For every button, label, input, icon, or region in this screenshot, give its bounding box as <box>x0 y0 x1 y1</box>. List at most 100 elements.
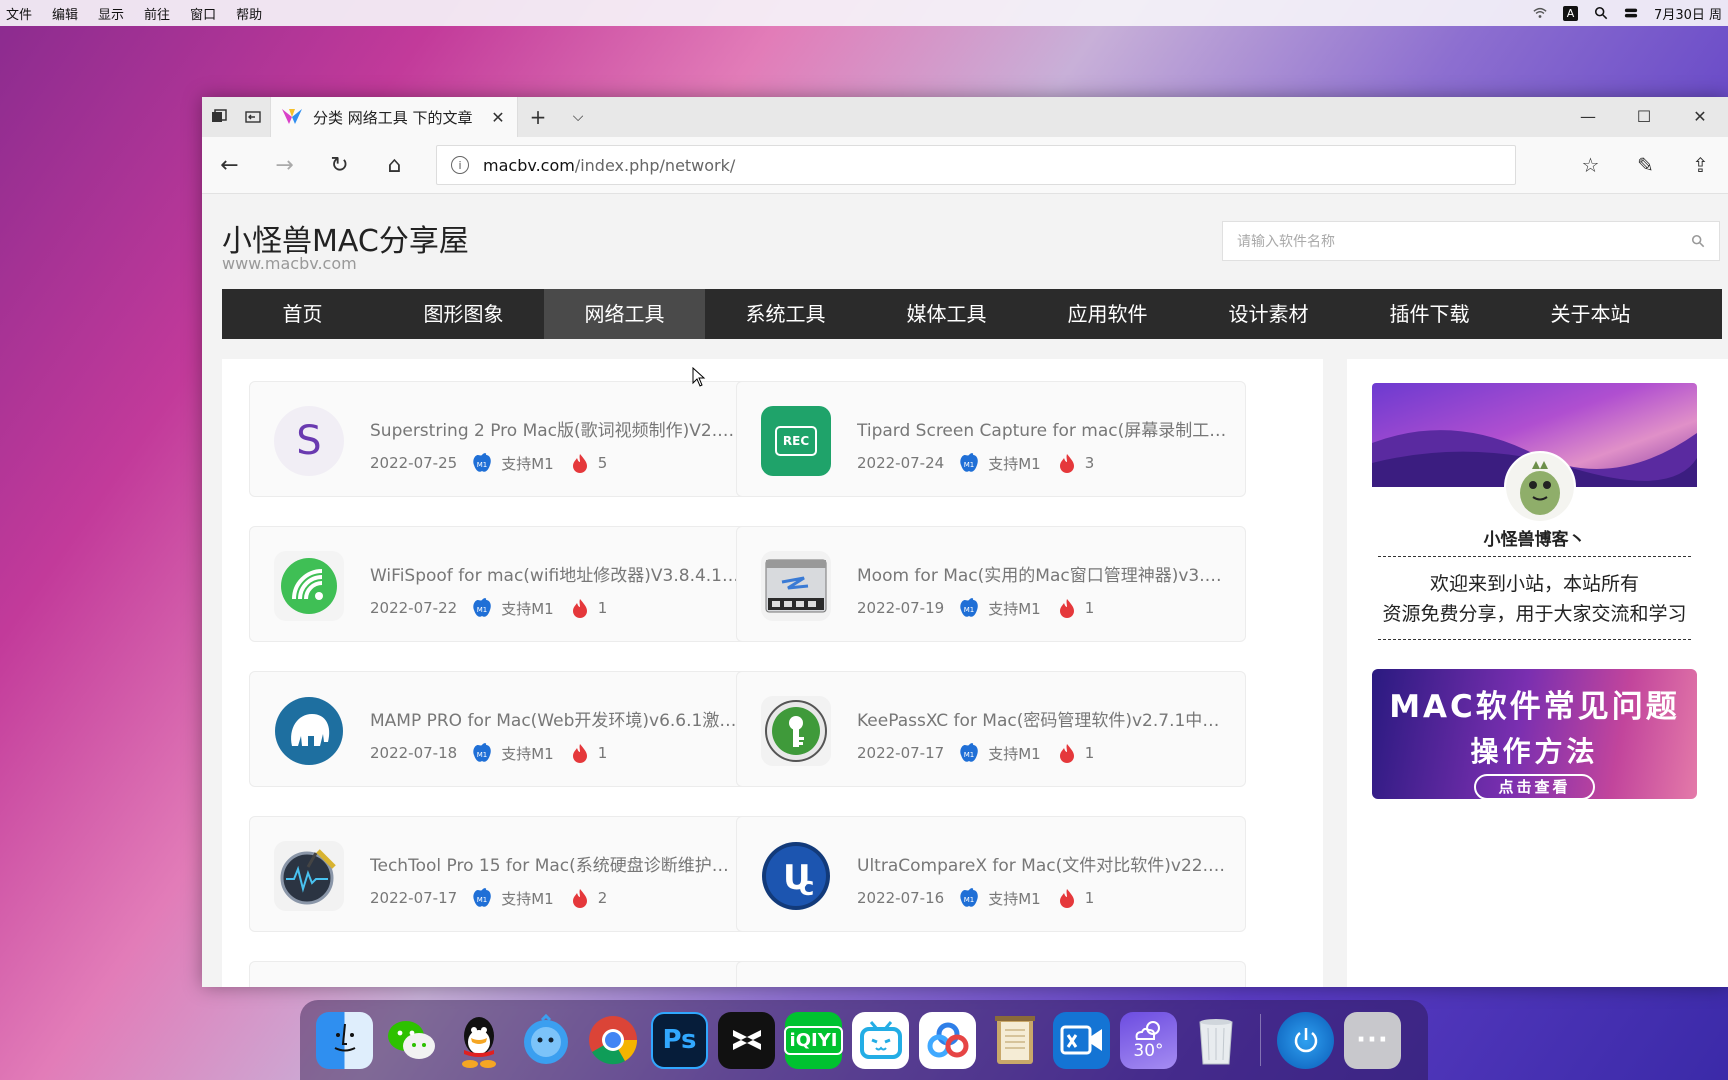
new-tab-icon[interactable]: + <box>518 105 558 129</box>
post-card[interactable]: S Superstring 2 Pro Mac版(歌词视频制作)V2.9.6..… <box>249 381 759 497</box>
close-window-icon[interactable]: ✕ <box>1672 97 1728 137</box>
post-meta: 2022-07-17 M1 支持M1 2 <box>370 887 607 909</box>
menu-file[interactable]: 文件 <box>6 4 32 23</box>
post-card[interactable]: MAMP PRO for Mac(Web开发环境)v6.6.1激活版 2022-… <box>249 671 759 787</box>
nav-item-design[interactable]: 设计素材 <box>1188 289 1349 339</box>
post-title[interactable]: Moom for Mac(实用的Mac窗口管理神器)v3.2.1... <box>857 561 1229 586</box>
nav-item-system[interactable]: 系统工具 <box>705 289 866 339</box>
post-views: 3 <box>1084 454 1095 472</box>
input-method-icon[interactable]: A <box>1563 5 1579 21</box>
post-title[interactable]: Superstring 2 Pro Mac版(歌词视频制作)V2.9.6... <box>370 416 742 441</box>
back-icon[interactable]: ← <box>202 153 257 178</box>
spotlight-search-icon[interactable] <box>1594 6 1608 20</box>
close-tab-icon[interactable]: ✕ <box>489 108 507 127</box>
fire-icon <box>1059 744 1074 763</box>
post-date: 2022-07-24 <box>857 454 945 472</box>
trash-icon[interactable] <box>1187 1012 1244 1069</box>
bilibili-icon[interactable] <box>852 1011 909 1069</box>
tab-active[interactable]: 分类 网络工具 下的文章 ✕ <box>270 97 518 137</box>
search-placeholder: 请输入软件名称 <box>1237 234 1335 250</box>
nav-item-graphics[interactable]: 图形图象 <box>383 289 544 339</box>
chrome-icon[interactable] <box>584 1012 641 1069</box>
capcut-icon[interactable] <box>718 1011 775 1069</box>
menu-view[interactable]: 显示 <box>98 4 124 23</box>
nav-item-network[interactable]: 网络工具 <box>544 289 705 339</box>
search-icon[interactable] <box>1691 234 1705 248</box>
post-views: 5 <box>597 454 608 472</box>
fire-icon <box>572 744 587 763</box>
pen-icon[interactable]: ✎ <box>1618 153 1673 177</box>
menu-window[interactable]: 窗口 <box>190 4 216 23</box>
post-card[interactable]: KeePassXC for Mac(密码管理软件)v2.7.1中文版 2022-… <box>736 671 1246 787</box>
qq-icon[interactable] <box>450 1012 507 1069</box>
post-card[interactable]: TechTool Pro 15 for Mac(系统硬盘诊断维护工... 202… <box>249 816 759 932</box>
menu-edit[interactable]: 编辑 <box>52 4 78 23</box>
fire-icon <box>1059 599 1074 618</box>
post-title[interactable]: TechTool Pro 15 for Mac(系统硬盘诊断维护工... <box>370 851 742 876</box>
m1-label: 支持M1 <box>988 599 1041 618</box>
post-meta: 2022-07-18 M1 支持M1 1 <box>370 742 607 764</box>
avatar[interactable] <box>1504 451 1576 523</box>
post-title[interactable]: UltraCompareX for Mac(文件对比软件)v22.00.0... <box>857 851 1229 876</box>
finder-icon[interactable] <box>316 1011 373 1069</box>
iqiyi-icon[interactable]: iQIYI <box>783 1011 844 1069</box>
baidu-netdisk-icon[interactable] <box>919 1011 976 1069</box>
m1-chip-icon: M1 <box>473 743 491 762</box>
nav-item-media[interactable]: 媒体工具 <box>866 289 1027 339</box>
post-card[interactable]: Uc UltraCompareX for Mac(文件对比软件)v22.00.0… <box>736 816 1246 932</box>
post-date: 2022-07-17 <box>857 744 945 762</box>
faq-promo-banner[interactable]: MAC软件常见问题 操作方法 点击查看 <box>1372 669 1697 800</box>
maximize-icon[interactable]: ☐ <box>1616 97 1672 137</box>
post-meta: 2022-07-19 M1 支持M1 1 <box>857 597 1094 619</box>
post-meta: 2022-07-25 M1 支持M1 5 <box>370 452 607 474</box>
post-card[interactable]: Moom for Mac(实用的Mac窗口管理神器)v3.2.1... 2022… <box>736 526 1246 642</box>
post-title[interactable]: MAMP PRO for Mac(Web开发环境)v6.6.1激活版 <box>370 706 742 731</box>
post-card[interactable]: REC Tipard Screen Capture for mac(屏幕录制工具… <box>736 381 1246 497</box>
svg-text:M1: M1 <box>477 751 488 759</box>
weather-icon[interactable]: 30° <box>1120 1011 1177 1069</box>
post-card[interactable] <box>249 961 759 987</box>
post-title[interactable]: Tipard Screen Capture for mac(屏幕录制工具)v..… <box>857 416 1229 441</box>
home-icon[interactable]: ⌂ <box>367 153 422 178</box>
svg-text:M1: M1 <box>964 751 975 759</box>
favorites-icon[interactable]: ☆ <box>1563 153 1618 177</box>
more-apps-icon[interactable]: ··· <box>1344 1011 1401 1069</box>
forward-icon[interactable]: → <box>257 153 312 178</box>
nav-item-home[interactable]: 首页 <box>222 289 383 339</box>
post-title[interactable]: KeePassXC for Mac(密码管理软件)v2.7.1中文版 <box>857 706 1229 731</box>
blog-author-name: 小怪兽博客丶 <box>1483 530 1586 550</box>
site-info-icon[interactable]: i <box>451 156 469 174</box>
power-icon[interactable] <box>1277 1011 1334 1069</box>
mouse-cursor-icon <box>692 367 706 387</box>
search-input[interactable]: 请输入软件名称 <box>1222 221 1720 261</box>
chevron-down-icon[interactable]: ⌵ <box>558 109 598 125</box>
menubar-date[interactable]: 7月30日 周 <box>1654 4 1722 23</box>
post-title[interactable]: WiFiSpoof for mac(wifi地址修改器)V3.8.4.1中文..… <box>370 561 742 586</box>
set-tabs-aside-icon[interactable] <box>236 97 270 137</box>
wechat-icon[interactable] <box>383 1012 440 1069</box>
svg-text:M1: M1 <box>477 896 488 904</box>
screen-recorder-icon[interactable] <box>1053 1011 1110 1069</box>
nav-item-plugins[interactable]: 插件下载 <box>1349 289 1510 339</box>
moom-icon <box>761 551 831 621</box>
photoshop-icon[interactable]: Ps <box>651 1011 708 1069</box>
notebook-icon[interactable] <box>986 1012 1043 1069</box>
m1-label: 支持M1 <box>988 744 1041 763</box>
post-card[interactable]: WiFiSpoof for mac(wifi地址修改器)V3.8.4.1中文..… <box>249 526 759 642</box>
refresh-icon[interactable]: ↻ <box>312 153 367 178</box>
bird-app-icon[interactable] <box>517 1012 574 1069</box>
post-card[interactable] <box>736 961 1246 987</box>
tab-actions-icon[interactable] <box>202 97 236 137</box>
address-bar[interactable]: i macbv.com/index.php/network/ <box>436 145 1516 185</box>
nav-item-apps[interactable]: 应用软件 <box>1027 289 1188 339</box>
control-center-icon[interactable] <box>1624 6 1638 20</box>
wifi-icon[interactable] <box>1533 6 1547 20</box>
menu-go[interactable]: 前往 <box>144 4 170 23</box>
share-icon[interactable]: ⇪ <box>1673 153 1728 177</box>
welcome-line-1: 欢迎来到小站，本站所有 <box>1429 573 1639 595</box>
nav-item-about[interactable]: 关于本站 <box>1510 289 1671 339</box>
menu-help[interactable]: 帮助 <box>236 4 262 23</box>
minimize-icon[interactable]: — <box>1560 97 1616 137</box>
promo-button[interactable]: 点击查看 <box>1474 774 1595 800</box>
post-views: 1 <box>1084 599 1095 617</box>
